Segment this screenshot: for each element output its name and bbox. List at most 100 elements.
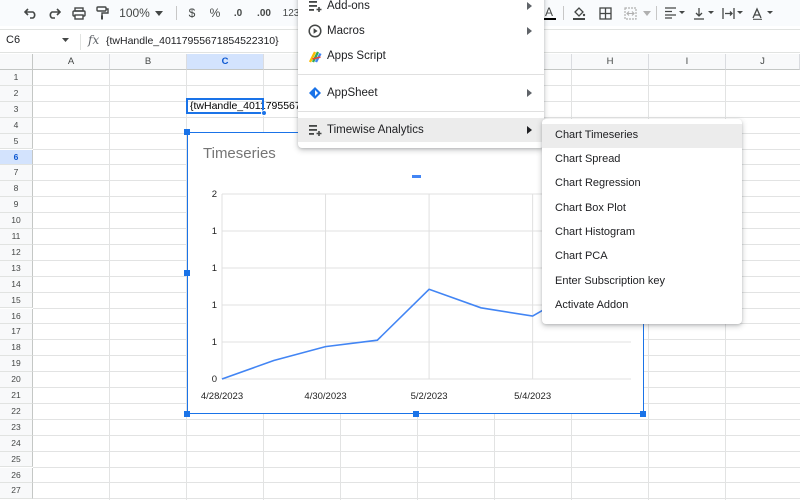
row-header-15[interactable]: 15 — [0, 292, 33, 309]
vertical-align-icon[interactable] — [691, 3, 717, 23]
row-gridline — [33, 450, 800, 452]
text-wrapping-icon[interactable] — [720, 3, 746, 23]
formula-input[interactable]: {twHandle_4011795567185452231​0} — [106, 35, 279, 47]
row-header-26[interactable]: 26 — [0, 467, 33, 484]
decrease-decimal-button[interactable]: .0 — [230, 3, 246, 23]
row-header-5[interactable]: 5 — [0, 133, 33, 150]
text-color-glyph: A — [544, 5, 553, 19]
paint-format-icon[interactable] — [93, 3, 111, 23]
submenu-arrow-icon — [527, 89, 532, 97]
submenu-item-label: Chart Histogram — [555, 226, 636, 238]
submenu-item-chart-timeseries[interactable]: Chart Timeseries — [542, 124, 742, 148]
row-header-12[interactable]: 12 — [0, 244, 33, 261]
y-tick-label: 2 — [212, 189, 217, 200]
row-header-9[interactable]: 9 — [0, 197, 33, 214]
fill-color-icon[interactable] — [570, 3, 588, 23]
y-tick-label: 1 — [212, 300, 217, 311]
spreadsheet-window: 100% $ % .0 .00 123 A C6 fx {twHandle_40… — [0, 0, 800, 500]
column-header-h[interactable]: H — [572, 54, 649, 70]
toolbar-divider — [563, 6, 564, 20]
borders-icon[interactable] — [596, 3, 614, 23]
menu-divider — [298, 111, 544, 112]
zoom-value: 100% — [119, 6, 150, 20]
chart-resize-handle[interactable] — [640, 411, 646, 417]
submenu-item-label: Chart Spread — [555, 153, 621, 165]
column-header-a[interactable]: A — [33, 54, 110, 70]
menu-item-macros[interactable]: Macros — [298, 19, 544, 43]
row-header-24[interactable]: 24 — [0, 435, 33, 452]
submenu-item-enter-subscription-key[interactable]: Enter Subscription key — [542, 270, 742, 294]
row-header-11[interactable]: 11 — [0, 229, 33, 245]
y-tick-label: 1 — [212, 337, 217, 348]
column-header-c[interactable]: C — [187, 54, 264, 70]
undo-icon[interactable] — [22, 3, 40, 23]
x-tick-label: 4/30/2023 — [304, 391, 346, 402]
submenu-arrow-icon — [527, 126, 532, 134]
increase-decimal-button[interactable]: .00 — [255, 3, 273, 23]
row-header-7[interactable]: 7 — [0, 165, 33, 182]
row-header-18[interactable]: 18 — [0, 340, 33, 357]
merge-cells-icon[interactable] — [621, 3, 639, 23]
submenu-item-label: Enter Subscription key — [555, 275, 666, 287]
row-header-3[interactable]: 3 — [0, 101, 33, 118]
currency-format-button[interactable]: $ — [185, 3, 199, 23]
chart-resize-handle[interactable] — [184, 129, 190, 135]
percent-format-button[interactable]: % — [208, 3, 222, 23]
submenu-item-chart-pca[interactable]: Chart PCA — [542, 245, 742, 269]
row-header-23[interactable]: 23 — [0, 419, 33, 436]
chart-resize-handle[interactable] — [184, 270, 190, 276]
redo-icon[interactable] — [45, 3, 63, 23]
macros-icon — [308, 24, 322, 38]
submenu-item-chart-histogram[interactable]: Chart Histogram — [542, 221, 742, 245]
fx-icon: fx — [88, 33, 100, 47]
row-header-8[interactable]: 8 — [0, 181, 33, 198]
row-header-19[interactable]: 19 — [0, 356, 33, 373]
row-header-16[interactable]: 16 — [0, 308, 33, 325]
zoom-select[interactable]: 100% — [118, 3, 164, 23]
active-cell-outline[interactable] — [186, 98, 264, 114]
row-header-20[interactable]: 20 — [0, 372, 33, 388]
x-tick-label: 5/4/2023 — [514, 391, 551, 402]
submenu-item-activate-addon[interactable]: Activate Addon — [542, 294, 742, 318]
column-header-j[interactable]: J — [726, 54, 800, 70]
row-header-4[interactable]: 4 — [0, 117, 33, 134]
row-header-21[interactable]: 21 — [0, 388, 33, 404]
row-header-2[interactable]: 2 — [0, 85, 33, 102]
menu-item-apps-script[interactable]: Apps Script — [298, 44, 544, 68]
text-color-swatch — [542, 18, 556, 20]
submenu-item-chart-spread[interactable]: Chart Spread — [542, 148, 742, 172]
menu-item-label: Timewise Analytics — [327, 124, 424, 136]
appsheet-icon — [309, 87, 321, 99]
row-header-1[interactable]: 1 — [0, 70, 33, 86]
menu-item-appsheet[interactable]: AppSheet — [298, 81, 544, 105]
menu-item-label: Apps Script — [327, 50, 386, 62]
chart-resize-handle[interactable] — [413, 411, 419, 417]
row-gridline — [33, 498, 800, 500]
chevron-down-icon[interactable] — [641, 3, 653, 23]
fill-handle[interactable] — [261, 110, 267, 116]
name-box[interactable]: C6 — [6, 34, 20, 46]
submenu-item-chart-box-plot[interactable]: Chart Box Plot — [542, 197, 742, 221]
menu-item-add-ons[interactable]: Add-ons — [298, 0, 544, 18]
row-header-10[interactable]: 10 — [0, 213, 33, 229]
row-header-27[interactable]: 27 — [0, 483, 33, 500]
add-ons-icon — [309, 125, 322, 136]
row-header-17[interactable]: 17 — [0, 324, 33, 341]
print-icon[interactable] — [70, 3, 88, 23]
menu-item-timewise-analytics[interactable]: Timewise Analytics — [298, 118, 544, 142]
chart-resize-handle[interactable] — [184, 411, 190, 417]
row-header-6[interactable]: 6 — [0, 149, 33, 166]
timewise-analytics-submenu: Chart Timeseries Chart Spread Chart Regr… — [542, 119, 742, 324]
column-header-i[interactable]: I — [649, 54, 726, 70]
row-header-14[interactable]: 14 — [0, 276, 33, 293]
submenu-item-chart-regression[interactable]: Chart Regression — [542, 172, 742, 196]
text-rotation-icon[interactable] — [750, 3, 776, 23]
column-header-b[interactable]: B — [110, 54, 187, 70]
row-header-22[interactable]: 22 — [0, 403, 33, 420]
chevron-down-icon[interactable] — [62, 38, 69, 42]
horizontal-align-icon[interactable] — [662, 3, 688, 23]
select-all-corner[interactable] — [0, 54, 33, 70]
row-header-13[interactable]: 13 — [0, 260, 33, 277]
y-tick-label: 1 — [212, 263, 217, 274]
row-header-25[interactable]: 25 — [0, 451, 33, 468]
